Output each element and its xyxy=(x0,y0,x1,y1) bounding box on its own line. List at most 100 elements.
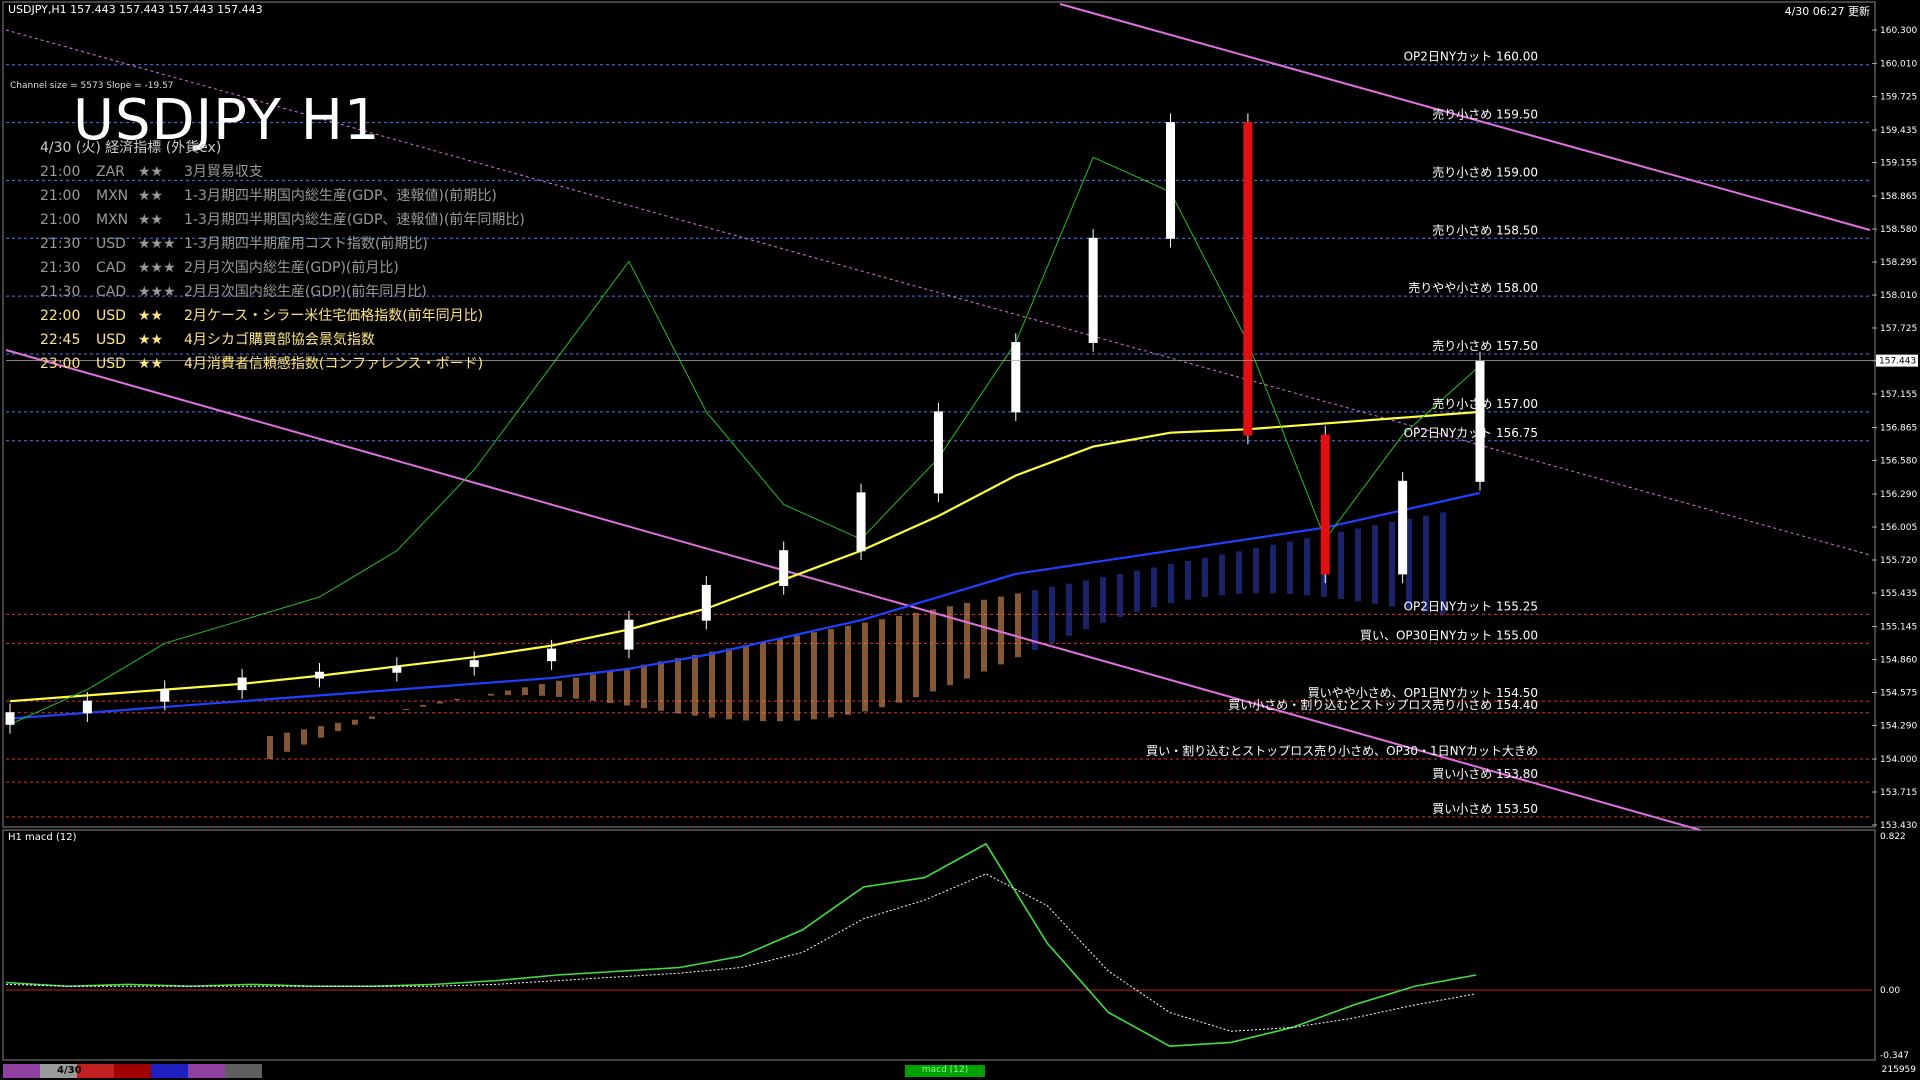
calendar-event: 2月月次国内総生産(GDP)(前年同月比) xyxy=(184,284,427,300)
calendar-stars: ★★ xyxy=(138,308,164,324)
calendar-ccy: CAD xyxy=(96,260,127,276)
calendar-row: 21:30 CAD ★★★ 2月月次国内総生産(GDP)(前年同月比) xyxy=(40,281,427,301)
last-price-label: 157.443 xyxy=(1879,357,1916,367)
macd-tick-label: 0.00 xyxy=(1880,986,1900,996)
calendar-stars: ★★ xyxy=(138,332,164,348)
footer-color-swatch xyxy=(151,1064,188,1078)
level-label: 売り小さめ 157.50 xyxy=(1432,338,1538,353)
calendar-time: 21:30 xyxy=(40,236,81,252)
y-tick-label: 155.435 xyxy=(1880,589,1917,599)
level-label: 売り小さめ 159.50 xyxy=(1432,107,1538,122)
level-label: 売りやや小さめ 158.00 xyxy=(1408,280,1538,295)
calendar-time: 21:00 xyxy=(40,188,81,204)
calendar-event: 1-3月期四半期国内総生産(GDP、速報値)(前期比) xyxy=(184,188,497,204)
calendar-ccy: CAD xyxy=(96,284,127,300)
y-tick-label: 156.005 xyxy=(1880,523,1917,533)
candle-body xyxy=(392,665,402,673)
calendar-stars: ★★ xyxy=(138,356,164,372)
calendar-event: 1-3月期四半期国内総生産(GDP、速報値)(前年同期比) xyxy=(184,212,525,228)
calendar-ccy: USD xyxy=(96,332,126,348)
macd-tab[interactable]: macd (12) xyxy=(905,1065,985,1077)
calendar-event: 2月ケース・シラー米住宅価格指数(前年同月比) xyxy=(184,308,484,324)
calendar-row: 23:00 USD ★★ 4月消費者信頼感指数(コンファレンス・ボード) xyxy=(40,353,483,373)
calendar-row: 21:30 USD ★★★ 1-3月期四半期雇用コスト指数(前期比) xyxy=(40,233,428,253)
y-tick-label: 153.430 xyxy=(1880,821,1917,831)
y-tick-label: 155.720 xyxy=(1880,556,1917,566)
level-label: OP2日NYカット 156.75 xyxy=(1404,426,1538,440)
calendar-row: 21:00 ZAR ★★ 3月貿易収支 xyxy=(40,161,263,181)
macd-panel xyxy=(2,829,1876,1061)
candle-body xyxy=(469,660,479,667)
footer-color-swatch xyxy=(114,1064,151,1078)
calendar-time: 21:00 xyxy=(40,212,81,228)
calendar-ccy: MXN xyxy=(96,212,129,228)
calendar-time: 21:00 xyxy=(40,164,81,180)
calendar-event: 4月消費者信頼感指数(コンファレンス・ボード) xyxy=(184,356,484,372)
candle-body xyxy=(624,619,634,650)
y-tick-label: 158.580 xyxy=(1880,225,1917,235)
y-tick-label: 157.725 xyxy=(1880,324,1917,334)
y-tick-label: 153.715 xyxy=(1880,788,1917,798)
y-tick-label: 154.000 xyxy=(1880,755,1917,765)
candle-body xyxy=(1398,480,1408,575)
y-tick-label: 156.580 xyxy=(1880,456,1917,466)
level-label: 買い・割り込むとストップロス売り小さめ、OP30・1日NYカット大きめ xyxy=(1146,743,1538,758)
calendar-stars: ★★★ xyxy=(138,236,176,252)
y-tick-label: 154.290 xyxy=(1880,721,1917,731)
y-tick-label: 159.155 xyxy=(1880,159,1917,169)
level-label: 売り小さめ 159.00 xyxy=(1432,164,1538,179)
candle-body xyxy=(314,671,324,679)
footer-color-swatch xyxy=(3,1064,40,1078)
macd-tick-label: 0.822 xyxy=(1880,832,1906,842)
calendar-time: 22:00 xyxy=(40,308,81,324)
candle-body xyxy=(1320,434,1330,575)
calendar-stars: ★★ xyxy=(138,188,164,204)
candle-body xyxy=(933,411,943,494)
candle-body xyxy=(160,689,170,702)
candle-body xyxy=(856,492,866,552)
y-tick-label: 158.010 xyxy=(1880,291,1917,301)
calendar-time: 23:00 xyxy=(40,356,81,372)
footer-date: 4/30 xyxy=(57,1065,82,1076)
y-tick-label: 155.145 xyxy=(1880,623,1917,633)
calendar-event: 2月月次国内総生産(GDP)(前月比) xyxy=(184,260,399,276)
candle-body xyxy=(701,584,711,621)
y-tick-label: 158.865 xyxy=(1880,192,1917,202)
candle-body xyxy=(237,677,247,691)
y-tick-label: 156.290 xyxy=(1880,490,1917,500)
calendar-ccy: ZAR xyxy=(96,164,125,180)
y-tick-label: 156.865 xyxy=(1880,424,1917,434)
y-tick-label: 158.295 xyxy=(1880,258,1917,268)
calendar-event: 4月シカゴ購買部協会景気指数 xyxy=(184,332,375,348)
calendar-ccy: USD xyxy=(96,308,126,324)
footer-color-swatch xyxy=(77,1064,114,1078)
calendar-stars: ★★ xyxy=(138,164,164,180)
calendar-row: 22:00 USD ★★ 2月ケース・シラー米住宅価格指数(前年同月比) xyxy=(40,305,483,325)
calendar-time: 21:30 xyxy=(40,260,81,276)
candle-body xyxy=(1166,122,1176,239)
calendar-row: 21:00 MXN ★★ 1-3月期四半期国内総生産(GDP、速報値)(前期比) xyxy=(40,185,497,205)
candle-body xyxy=(1088,237,1098,343)
candle-body xyxy=(779,550,789,586)
symbol-header: USDJPY,H1 157.443 157.443 157.443 157.44… xyxy=(8,3,263,16)
level-label: 買い小さめ 153.80 xyxy=(1432,767,1538,781)
calendar-event: 3月貿易収支 xyxy=(184,164,263,180)
level-label: 売り小さめ 158.50 xyxy=(1432,222,1538,237)
calendar-row: 21:30 CAD ★★★ 2月月次国内総生産(GDP)(前月比) xyxy=(40,257,399,277)
y-tick-label: 160.300 xyxy=(1880,26,1917,36)
calendar-ccy: USD xyxy=(96,356,126,372)
macd-title: H1 macd (12) xyxy=(8,832,77,843)
level-label: 売り小さめ 157.00 xyxy=(1432,396,1538,411)
calendar-title: 4/30 (火) 経済指標 (外貨ex) xyxy=(40,140,222,156)
update-clock: 4/30 06:27 更新 xyxy=(1784,5,1870,18)
calendar-ccy: USD xyxy=(96,236,126,252)
level-label: OP2日NYカット 155.25 xyxy=(1404,599,1538,613)
candle-body xyxy=(547,648,557,662)
calendar-stars: ★★★ xyxy=(138,284,176,300)
calendar-row: 21:00 MXN ★★ 1-3月期四半期国内総生産(GDP、速報値)(前年同期比) xyxy=(40,209,525,229)
level-label: OP2日NYカット 160.00 xyxy=(1404,50,1538,64)
candle-body xyxy=(1243,122,1253,436)
chart-canvas: OP2日NYカット 160.00 売り小さめ 159.50 売り小さめ 159.00… xyxy=(2,1,1918,1078)
calendar-stars: ★★★ xyxy=(138,260,176,276)
y-tick-label: 154.860 xyxy=(1880,656,1917,666)
